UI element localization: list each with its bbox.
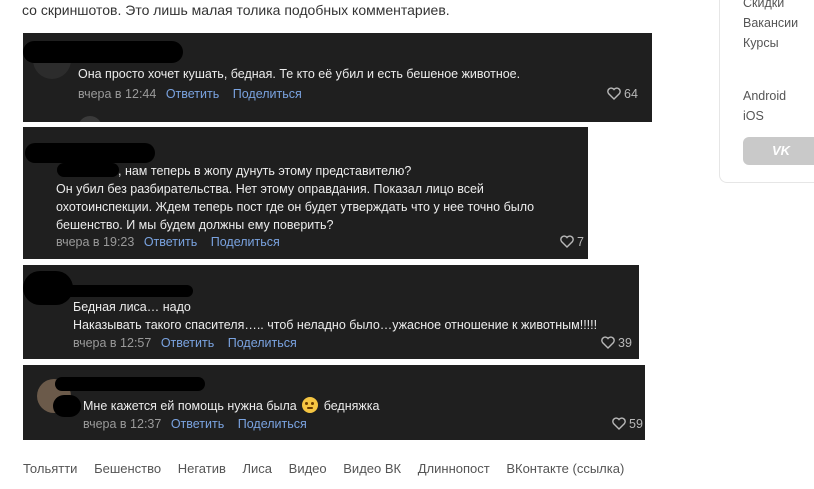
share-link[interactable]: Поделиться xyxy=(238,417,307,431)
tag-link[interactable]: ВКонтакте (ссылка) xyxy=(506,461,624,476)
comment-time: вчера в 19:23 xyxy=(56,235,135,249)
sidebar-link-ios[interactable]: iOS xyxy=(743,109,764,123)
comment-text-line: бешенство. И мы будем должны ему поверит… xyxy=(56,218,334,232)
share-link[interactable]: Поделиться xyxy=(228,336,297,350)
sidebar: Скидки Вакансии Курсы Android iOS VK xyxy=(719,0,814,183)
comment-meta: вчера в 12:57 Ответить Поделиться xyxy=(73,336,307,350)
tag-link[interactable]: Тольятти xyxy=(23,461,77,476)
vk-login-button[interactable]: VK xyxy=(743,137,814,165)
comment-screenshot-1: Она просто хочет кушать, бедная. Те кто … xyxy=(23,33,652,122)
comment-time: вчера в 12:44 xyxy=(78,87,157,101)
heart-icon xyxy=(612,417,626,430)
tag-link[interactable]: Видео ВК xyxy=(343,461,401,476)
comment-screenshot-4: Мне кажется ей помощь нужна была бедняжк… xyxy=(23,365,645,440)
share-link[interactable]: Поделиться xyxy=(211,235,280,249)
like-count: 64 xyxy=(624,87,638,101)
tag-link[interactable]: Негатив xyxy=(178,461,226,476)
share-link[interactable]: Поделиться xyxy=(233,87,302,101)
comment-meta: вчера в 12:37 Ответить Поделиться xyxy=(83,417,317,431)
like-counter[interactable]: 7 xyxy=(560,235,584,249)
sidebar-link-discounts[interactable]: Скидки xyxy=(743,0,784,10)
comment-screenshot-3: Бедная лиса… надо Наказывать такого спас… xyxy=(23,265,639,359)
redaction-scribble xyxy=(53,395,81,417)
comment-text-part: Мне кажется ей помощь нужна была xyxy=(83,399,297,413)
tag-link[interactable]: Лиса xyxy=(243,461,273,476)
intro-text: со скриншотов. Это лишь малая толика под… xyxy=(22,2,450,18)
redaction-scribble xyxy=(25,143,155,163)
reply-link[interactable]: Ответить xyxy=(166,87,219,101)
like-counter[interactable]: 39 xyxy=(601,336,632,350)
redaction-scribble xyxy=(63,285,193,297)
like-count: 59 xyxy=(629,417,643,431)
like-count: 39 xyxy=(618,336,632,350)
comment-text-line: , нам теперь в жопу дунуть этому предста… xyxy=(118,164,412,178)
redaction-scribble xyxy=(55,377,205,391)
post-tags: Тольятти Бешенство Негатив Лиса Видео Ви… xyxy=(23,461,637,476)
comment-text: Она просто хочет кушать, бедная. Те кто … xyxy=(78,67,521,81)
comment-text-part: бедняжка xyxy=(323,399,380,413)
heart-icon xyxy=(607,87,621,100)
reply-link[interactable]: Ответить xyxy=(171,417,224,431)
redaction-scribble xyxy=(57,163,119,177)
reply-link[interactable]: Ответить xyxy=(161,336,214,350)
comment-screenshot-2: , нам теперь в жопу дунуть этому предста… xyxy=(23,127,588,259)
heart-icon xyxy=(560,235,574,248)
reply-link[interactable]: Ответить xyxy=(144,235,197,249)
comment-text: Мне кажется ей помощь нужна была бедняжк… xyxy=(83,397,379,415)
like-counter[interactable]: 59 xyxy=(612,417,643,431)
redaction-scribble xyxy=(23,41,183,63)
avatar xyxy=(78,116,102,122)
sidebar-link-vacancies[interactable]: Вакансии xyxy=(743,16,798,30)
vk-logo-icon: VK xyxy=(772,143,791,158)
comment-text-line: Наказывать такого спасителя….. чтоб нела… xyxy=(73,318,598,332)
tag-link[interactable]: Длиннопост xyxy=(418,461,490,476)
heart-icon xyxy=(601,336,615,349)
tag-link[interactable]: Видео xyxy=(289,461,327,476)
comment-text-line: охотоинспекции. Ждем теперь пост где он … xyxy=(56,200,535,214)
comment-text-line: Бедная лиса… надо xyxy=(73,300,191,314)
pleading-face-emoji-icon xyxy=(302,397,319,413)
comment-text-line: Он убил без разбирательства. Нет этому о… xyxy=(56,182,484,196)
sidebar-link-courses[interactable]: Курсы xyxy=(743,36,779,50)
tag-link[interactable]: Бешенство xyxy=(94,461,161,476)
comment-time: вчера в 12:37 xyxy=(83,417,162,431)
comment-meta: вчера в 19:23 Ответить Поделиться xyxy=(56,235,290,249)
like-count: 7 xyxy=(577,235,584,249)
sidebar-link-android[interactable]: Android xyxy=(743,89,786,103)
like-counter[interactable]: 64 xyxy=(607,87,638,101)
comment-meta: вчера в 12:44 Ответить Поделиться xyxy=(78,87,312,101)
comment-time: вчера в 12:57 xyxy=(73,336,152,350)
